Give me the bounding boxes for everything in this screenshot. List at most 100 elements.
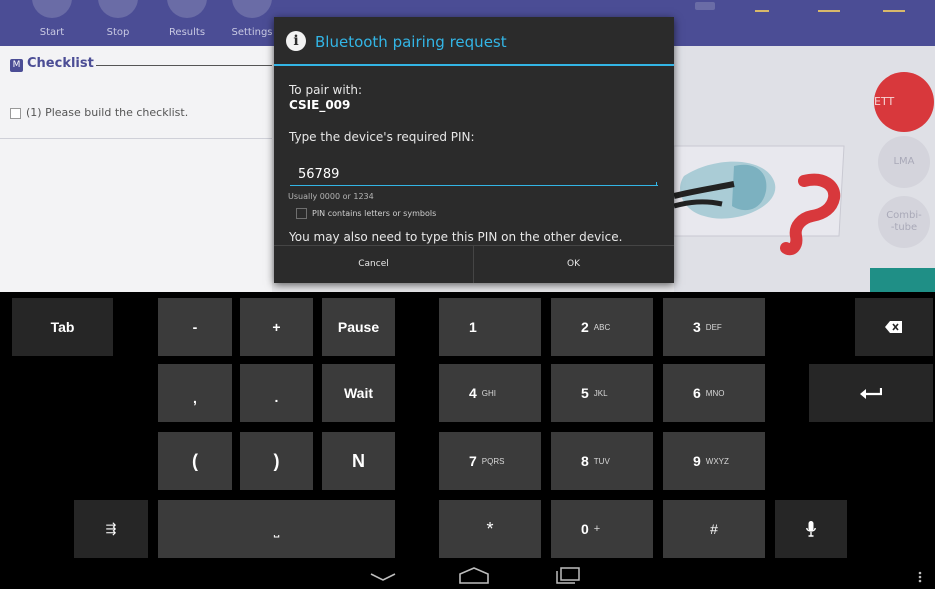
space-key[interactable]: ⎵: [158, 500, 395, 558]
voice-input-key[interactable]: [775, 500, 847, 558]
dialog-title-rule: [274, 64, 674, 66]
close-paren-key[interactable]: ): [240, 432, 313, 490]
keyboard-settings-key[interactable]: ⇶: [74, 500, 148, 558]
device-name: CSIE_009: [289, 98, 351, 112]
digit-1-label: 1: [469, 319, 477, 335]
digit-6-sub: MNO: [705, 388, 725, 398]
digit-2-label: 2: [581, 319, 589, 335]
digit-4-sub: GHI: [481, 388, 497, 398]
digit-8-key[interactable]: 8 TUV: [551, 432, 653, 490]
digit-0-label: 0: [581, 521, 589, 537]
comma-key[interactable]: ,: [158, 364, 232, 422]
microphone-icon: [806, 521, 816, 537]
open-paren-key[interactable]: (: [158, 432, 232, 490]
info-icon: i: [286, 31, 306, 51]
period-key[interactable]: .: [240, 364, 313, 422]
stop-button[interactable]: Stop: [88, 0, 148, 46]
digit-0-sub: +: [593, 523, 601, 535]
digit-3-key[interactable]: 3 DEF: [663, 298, 765, 356]
digit-3-sub: DEF: [705, 322, 722, 332]
star-key[interactable]: *: [439, 500, 541, 558]
digit-4-key[interactable]: 4 GHI: [439, 364, 541, 422]
recents-icon[interactable]: [556, 567, 580, 584]
digit-9-sub: WXYZ: [705, 456, 729, 466]
digit-2-sub: ABC: [593, 322, 611, 332]
tab-key[interactable]: Tab: [12, 298, 113, 356]
pin-letters-checkbox[interactable]: [296, 208, 307, 219]
dialog-title-bar: i Bluetooth pairing request: [274, 17, 674, 64]
digit-7-sub: PQRS: [481, 456, 505, 466]
digit-5-label: 5: [581, 385, 589, 401]
digit-9-label: 9: [693, 453, 701, 469]
digit-6-key[interactable]: 6 MNO: [663, 364, 765, 422]
digit-7-key[interactable]: 7 PQRS: [439, 432, 541, 490]
pause-key[interactable]: Pause: [322, 298, 395, 356]
toolbar-gear-icon[interactable]: [695, 2, 715, 10]
combitube-button[interactable]: Combi- -tube: [878, 196, 930, 248]
plus-key[interactable]: +: [240, 298, 313, 356]
backspace-icon: [885, 321, 902, 333]
digit-7-label: 7: [469, 453, 477, 469]
settings-button[interactable]: Settings: [222, 0, 282, 46]
soft-keyboard: Tab - + Pause 1 2 ABC 3 DEF , . Wait 4 GHI …: [0, 292, 935, 562]
digit-5-sub: JKL: [593, 388, 608, 398]
n-key[interactable]: N: [322, 432, 395, 490]
minus-key[interactable]: -: [158, 298, 232, 356]
toolbar-expand-icon[interactable]: [883, 2, 905, 12]
results-label: Results: [168, 27, 206, 38]
also-type-note: You may also need to type this PIN on th…: [289, 230, 623, 244]
digit-6-label: 6: [693, 385, 701, 401]
hash-key[interactable]: #: [663, 500, 765, 558]
system-nav-bar: [0, 562, 935, 589]
start-button[interactable]: Start: [22, 0, 82, 46]
digit-2-key[interactable]: 2 ABC: [551, 298, 653, 356]
digit-5-key[interactable]: 5 JKL: [551, 364, 653, 422]
teal-tab[interactable]: [870, 268, 935, 292]
enter-icon: [860, 388, 882, 399]
cancel-button[interactable]: Cancel: [274, 246, 473, 283]
digit-8-sub: TUV: [593, 456, 610, 466]
pin-input-underline: [290, 185, 658, 186]
airway-scene: ETT LMA Combi- -tube: [674, 46, 935, 292]
settings-icon: [232, 0, 272, 18]
digit-9-key[interactable]: 9 WXYZ: [663, 432, 765, 490]
bluetooth-pairing-dialog: i Bluetooth pairing request To pair with…: [274, 17, 674, 283]
wait-key[interactable]: Wait: [322, 364, 395, 422]
stop-icon: [98, 0, 138, 18]
lma-button[interactable]: LMA: [878, 136, 930, 188]
pair-with-label: To pair with:: [289, 83, 363, 97]
digit-1-key[interactable]: 1: [439, 298, 541, 356]
pin-hint: Usually 0000 or 1234: [288, 192, 374, 201]
results-button[interactable]: Results: [157, 0, 217, 46]
backspace-key[interactable]: [855, 298, 933, 356]
toolbar-tool-icon[interactable]: [755, 0, 769, 12]
checklist-title: Checklist: [27, 56, 94, 71]
toolbar-chart-icon[interactable]: [818, 2, 840, 12]
checklist-item-label: (1) Please build the checklist.: [26, 106, 189, 119]
stop-label: Stop: [106, 27, 130, 38]
checklist-checkbox[interactable]: [10, 107, 21, 119]
home-icon[interactable]: [459, 567, 489, 584]
start-label: Start: [39, 27, 65, 38]
digit-4-label: 4: [469, 385, 477, 401]
checklist-divider: [0, 138, 272, 139]
results-icon: [167, 0, 207, 18]
ett-button[interactable]: ETT: [874, 72, 934, 132]
settings-label: Settings: [231, 27, 273, 38]
airway-illustration: [674, 145, 845, 256]
dialog-title: Bluetooth pairing request: [315, 33, 507, 51]
pin-letters-label: PIN contains letters or symbols: [312, 209, 437, 218]
menu-icon[interactable]: [918, 571, 922, 583]
digit-8-label: 8: [581, 453, 589, 469]
start-icon: [32, 0, 72, 18]
digit-0-key[interactable]: 0 +: [551, 500, 653, 558]
checklist-panel: M Checklist (1) Please build the checkli…: [0, 46, 272, 292]
pin-input[interactable]: [290, 163, 666, 185]
enter-key[interactable]: [809, 364, 933, 422]
digit-3-label: 3: [693, 319, 701, 335]
pin-input-underline-end: [656, 182, 657, 186]
back-icon[interactable]: [370, 573, 396, 581]
pin-prompt: Type the device's required PIN:: [289, 130, 475, 144]
ok-button[interactable]: OK: [474, 246, 673, 283]
checklist-item[interactable]: (1) Please build the checklist.: [10, 106, 188, 119]
